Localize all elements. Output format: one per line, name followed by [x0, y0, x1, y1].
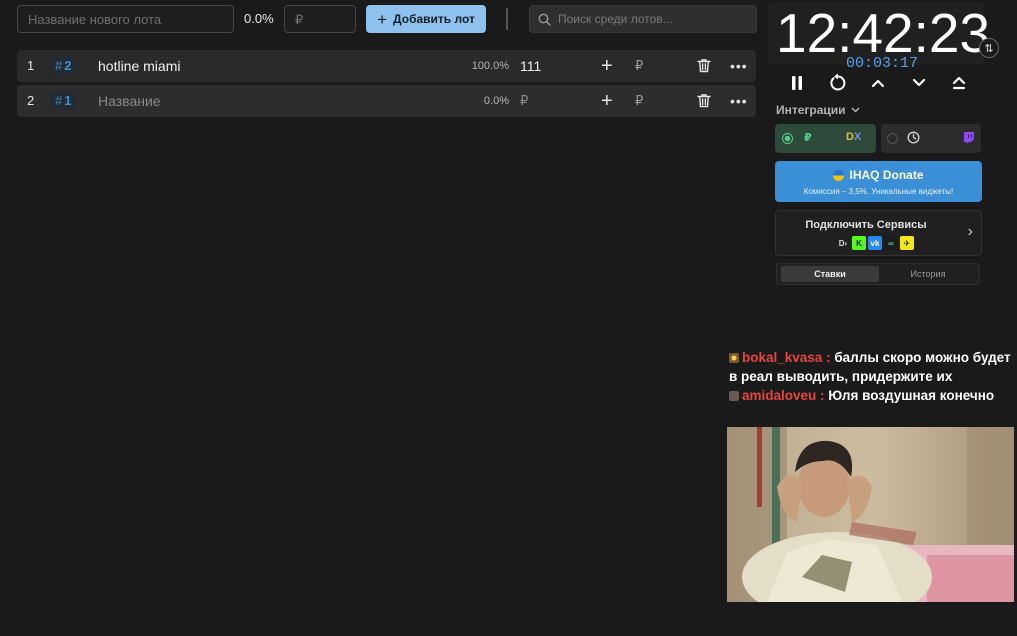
twitch-icon — [964, 132, 974, 144]
user-badge-icon — [729, 353, 739, 363]
vk-icon: vk — [868, 236, 882, 250]
integrations-toggle[interactable]: Интеграции — [776, 103, 860, 117]
lot-percent: 0.0% — [483, 95, 509, 107]
integration-donation-card[interactable]: ₽ DX — [775, 124, 876, 153]
chevron-up-icon[interactable] — [867, 72, 889, 94]
integration-twitch-card[interactable] — [881, 124, 981, 153]
lot-id-number: 1 — [64, 93, 72, 108]
bets-history-tabs: Ставки История — [776, 263, 980, 285]
chat-username: bokal_kvasa : — [742, 350, 831, 365]
lot-search-input[interactable] — [551, 12, 741, 26]
chat-message: amidaloveu : Юля воздушная конечно — [729, 386, 1014, 405]
chevron-down-icon[interactable] — [908, 72, 930, 94]
lot-id-hash: # — [55, 93, 63, 108]
donate-subtitle: Комиссия – 3,5%. Уникальные виджеты! — [803, 187, 954, 196]
connect-services-card[interactable]: Подключить Сервисы D› K vk ∞ ✈ › — [775, 210, 982, 256]
search-icon — [538, 13, 551, 26]
tab-bets[interactable]: Ставки — [781, 266, 879, 282]
more-options-icon[interactable]: ••• — [730, 50, 748, 82]
lot-name[interactable]: hotline miami — [98, 50, 180, 82]
chat-message: bokal_kvasa : баллы скоро можно будет в … — [729, 348, 1014, 386]
chat-overlay: bokal_kvasa : баллы скоро можно будет в … — [729, 348, 1014, 405]
more-options-icon[interactable]: ••• — [730, 85, 748, 117]
radio-off-icon[interactable] — [887, 133, 898, 144]
lot-amount[interactable]: ₽ — [520, 85, 528, 117]
new-lot-percent: 0.0% — [244, 11, 274, 26]
donate-title: IHAQ Donate — [775, 168, 982, 182]
toolbar-divider — [506, 8, 508, 30]
add-lot-label: Добавить лот — [393, 12, 475, 26]
ukraine-flag-icon — [833, 169, 845, 181]
webcam-feed — [727, 427, 1014, 602]
lot-id-hash: # — [55, 58, 63, 73]
trash-icon[interactable] — [697, 93, 711, 108]
services-title: Подключить Сервисы — [805, 219, 927, 231]
lot-percent: 100.0% — [471, 60, 509, 72]
lot-id-badge[interactable]: #2 — [50, 57, 77, 75]
chevron-down-icon — [851, 107, 860, 113]
donatex-logo-icon: DX — [846, 131, 862, 143]
lot-id-number: 2 — [64, 58, 72, 73]
user-badge-icon — [729, 391, 739, 401]
ihaq-donate-banner[interactable]: IHAQ Donate Комиссия – 3,5%. Уникальные … — [775, 161, 982, 202]
add-lot-button[interactable]: + Добавить лот — [366, 5, 486, 33]
lot-search[interactable] — [529, 5, 757, 33]
lot-index: 2 — [27, 93, 35, 108]
trash-icon[interactable] — [697, 58, 711, 73]
lot-currency-icon[interactable]: ₽ — [635, 50, 643, 82]
infinity-icon: ∞ — [884, 236, 898, 250]
webcam-image — [727, 427, 1014, 602]
lot-row[interactable]: 2 #1 Название 0.0% ₽ + ₽ ••• — [17, 85, 756, 117]
ruble-icon: ₽ — [804, 132, 812, 144]
chat-text: Юля воздушная конечно — [828, 388, 995, 403]
chevron-right-icon: › — [967, 223, 973, 240]
lot-row[interactable]: 1 #2 hotline miami 100.0% 111 + ₽ ••• — [17, 50, 756, 82]
swap-icon[interactable]: ⇅ — [979, 38, 999, 58]
lot-toolbar: 0.0% + Добавить лот — [17, 5, 757, 33]
lot-index: 1 — [27, 58, 35, 73]
pause-icon[interactable] — [786, 72, 808, 94]
lot-name[interactable]: Название — [98, 85, 161, 117]
new-lot-name-input[interactable] — [17, 5, 234, 33]
donationalerts-icon: D› — [836, 236, 850, 250]
elapsed-time: 00:03:17 — [846, 55, 919, 72]
lot-amount[interactable]: 111 — [520, 50, 541, 82]
reset-icon[interactable] — [827, 72, 849, 94]
timer-panel: 12:42:23 00:03:17 — [768, 2, 990, 72]
chevron-up-bar-icon[interactable] — [948, 72, 970, 94]
services-icons: D› K vk ∞ ✈ — [836, 236, 914, 250]
lot-currency-icon[interactable]: ₽ — [635, 85, 643, 117]
radio-on-icon[interactable] — [782, 133, 793, 144]
chat-username: amidaloveu : — [742, 388, 825, 403]
new-lot-amount-input[interactable] — [284, 5, 356, 33]
plus-icon: + — [377, 9, 388, 29]
tab-history[interactable]: История — [879, 266, 977, 282]
lot-add-icon[interactable]: + — [601, 85, 613, 117]
lot-id-badge[interactable]: #1 — [50, 92, 77, 110]
boosty-icon: ✈ — [900, 236, 914, 250]
integrations-label: Интеграции — [776, 103, 846, 117]
lot-add-icon[interactable]: + — [601, 50, 613, 82]
circle-logo-icon — [907, 131, 920, 144]
kick-icon: K — [852, 236, 866, 250]
